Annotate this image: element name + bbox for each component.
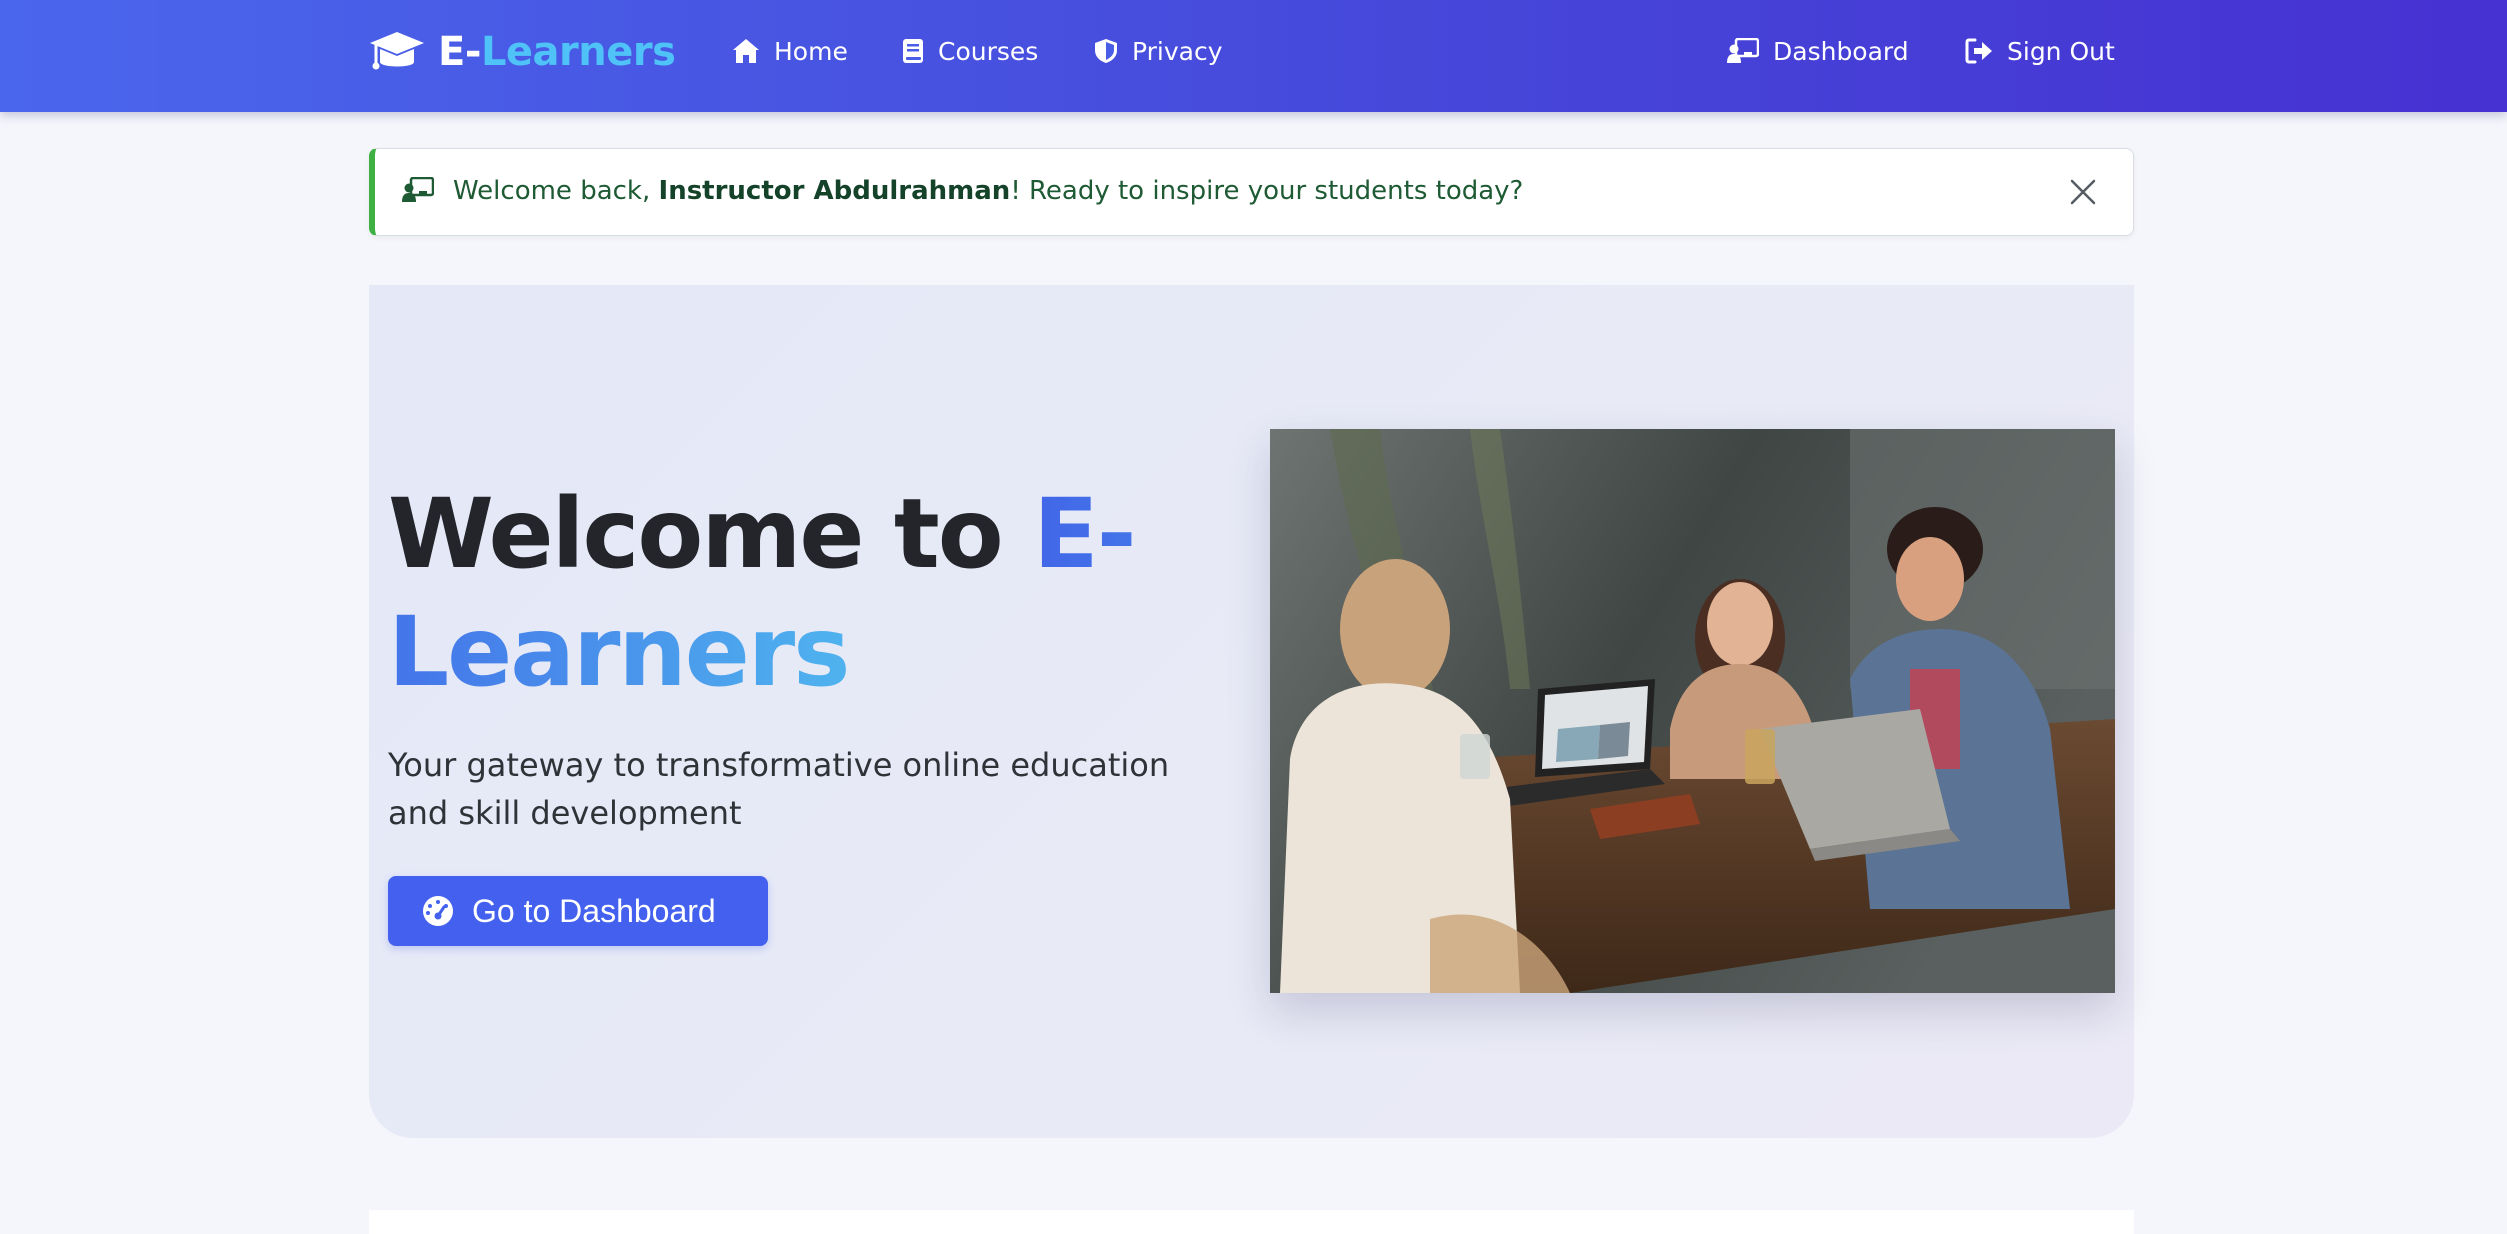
hero-title-part1: Welcome to (388, 478, 1034, 590)
alert-suffix: ! Ready to inspire your students today? (1010, 176, 1524, 206)
brand-name-part2: Learners (480, 29, 676, 75)
nav-item-privacy[interactable]: Privacy (1094, 30, 1223, 72)
hero-image (1270, 429, 2115, 993)
chalkboard-teacher-icon (1727, 38, 1759, 64)
instructor-name: Instructor Abdulrahman (658, 176, 1011, 206)
nav-item-dashboard-label: Dashboard (1773, 36, 1909, 66)
brand-name-part1: E- (438, 29, 481, 75)
brand-logo-link[interactable]: E-Learners (368, 24, 676, 80)
book-icon (902, 38, 924, 64)
alert-prefix: Welcome back, (453, 176, 659, 206)
nav-item-dashboard[interactable]: Dashboard (1727, 30, 1909, 72)
chalkboard-teacher-icon (402, 176, 435, 207)
nav-item-home-label: Home (774, 36, 848, 66)
go-to-dashboard-button[interactable]: Go to Dashboard (388, 876, 768, 946)
nav-item-privacy-label: Privacy (1132, 36, 1223, 66)
sign-out-icon (1965, 38, 1993, 64)
hero-title: Welcome to E-Learners (388, 475, 1188, 711)
close-icon[interactable] (2067, 176, 2099, 208)
top-navbar: E-Learners Home Courses Privacy Dashboar… (0, 0, 2507, 112)
brand-name: E-Learners (438, 29, 676, 75)
nav-item-home[interactable]: Home (732, 30, 848, 72)
shield-icon (1094, 38, 1118, 64)
content-card (369, 1210, 2134, 1234)
nav-item-sign-out-label: Sign Out (2007, 36, 2115, 66)
nav-item-courses[interactable]: Courses (902, 30, 1038, 72)
graduation-cap-icon (368, 30, 426, 74)
tachometer-icon (422, 895, 454, 927)
hero-section: Welcome to E-Learners Your gateway to tr… (369, 285, 2134, 1138)
hero-subtitle: Your gateway to transformative online ed… (388, 746, 1170, 832)
nav-item-sign-out[interactable]: Sign Out (1965, 30, 2115, 72)
nav-item-courses-label: Courses (938, 36, 1039, 66)
welcome-alert: Welcome back, Instructor Abdulrahman! Re… (369, 148, 2134, 236)
alert-message: Welcome back, Instructor Abdulrahman! Re… (453, 173, 1523, 209)
go-to-dashboard-label: Go to Dashboard (472, 892, 716, 929)
home-icon (732, 38, 760, 64)
